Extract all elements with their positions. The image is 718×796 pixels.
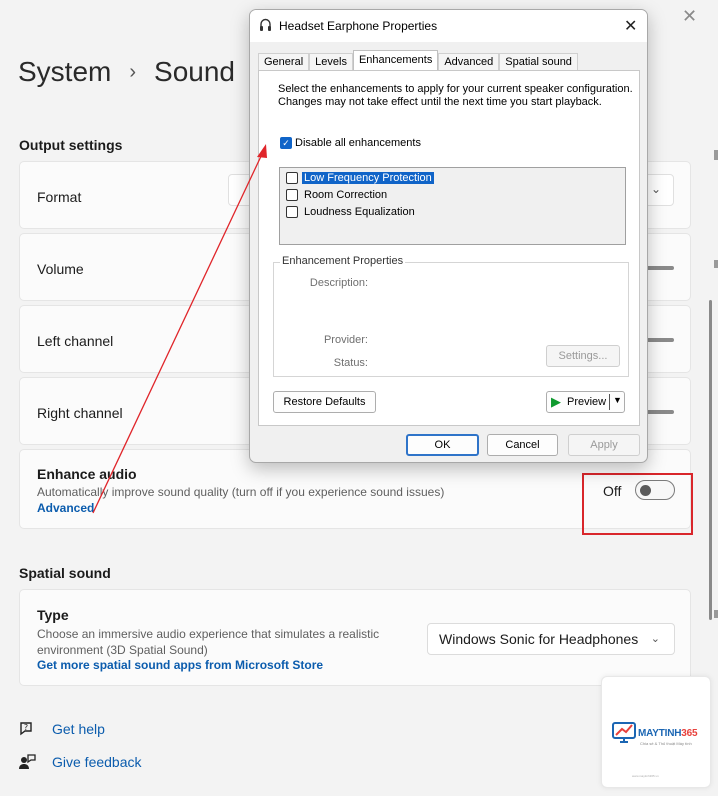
tab-general[interactable]: General	[258, 53, 310, 71]
tab-advanced[interactable]: Advanced	[438, 53, 500, 71]
left-channel-label: Left channel	[37, 333, 114, 349]
page-title: Sound	[154, 56, 235, 87]
play-icon: ▶	[551, 394, 561, 409]
disable-all-checkbox[interactable]: ✓	[280, 137, 292, 149]
volume-slider[interactable]	[646, 266, 674, 270]
get-help-link[interactable]: Get help	[52, 721, 105, 737]
output-settings-heading: Output settings	[19, 137, 123, 153]
watermark-tagline: Chia sẻ & Thủ thuật Máy tính	[640, 741, 692, 746]
microsoft-store-link[interactable]: Get more spatial sound apps from Microso…	[37, 658, 323, 672]
enhancement-label: Low Frequency Protection	[302, 172, 434, 184]
give-feedback-row[interactable]: Give feedback	[18, 753, 142, 771]
window-close-icon[interactable]: ✕	[682, 6, 697, 27]
edge-fragment	[714, 610, 718, 618]
enhancement-properties-title: Enhancement Properties	[280, 255, 406, 267]
preview-split-divider	[609, 394, 610, 410]
settings-button[interactable]: Settings...	[546, 345, 620, 367]
spatial-type-dropdown[interactable]: Windows Sonic for Headphones ⌄	[427, 623, 675, 655]
get-help-row[interactable]: ? Get help	[18, 720, 105, 738]
watermark-logo: MAYTINH365 Chia sẻ & Thủ thuật Máy tính …	[601, 676, 711, 788]
format-label: Format	[37, 189, 82, 205]
right-channel-slider[interactable]	[646, 410, 674, 414]
cancel-button[interactable]: Cancel	[487, 434, 558, 456]
enhancement-properties-group: Enhancement Properties Description: Prov…	[273, 255, 629, 377]
left-channel-slider[interactable]	[646, 338, 674, 342]
provider-label: Provider:	[323, 334, 368, 346]
preview-button[interactable]: ▶ Preview ▼	[546, 391, 625, 413]
spatial-type-card: Type Choose an immersive audio experienc…	[19, 589, 691, 686]
preview-label: Preview	[567, 396, 607, 408]
enhancement-checkbox[interactable]	[286, 189, 298, 201]
restore-defaults-button[interactable]: Restore Defaults	[273, 391, 376, 413]
caret-down-icon[interactable]: ▼	[613, 395, 622, 405]
scrollbar[interactable]	[709, 300, 712, 620]
enhancement-checkbox[interactable]	[286, 206, 298, 218]
enhance-audio-description: Automatically improve sound quality (tur…	[37, 485, 445, 499]
dialog-tabs: General Levels Enhancements Advanced Spa…	[258, 50, 578, 71]
edge-fragment	[714, 260, 718, 268]
spatial-type-selected: Windows Sonic for Headphones	[439, 631, 639, 647]
breadcrumb-system[interactable]: System	[18, 56, 111, 88]
give-feedback-link[interactable]: Give feedback	[52, 754, 142, 770]
enhancements-list: Low Frequency Protection Room Correction…	[279, 167, 626, 245]
enhancement-label: Loudness Equalization	[304, 206, 415, 218]
spatial-sound-heading: Spatial sound	[19, 565, 111, 581]
watermark-footer: www.maytinh365.vn	[632, 774, 659, 778]
headset-icon	[259, 18, 272, 35]
feedback-icon	[18, 753, 36, 771]
ok-button[interactable]: OK	[406, 434, 479, 456]
description-label: Description:	[309, 277, 368, 289]
tab-levels[interactable]: Levels	[309, 53, 353, 71]
breadcrumb: System › Sound	[18, 56, 235, 88]
right-channel-label: Right channel	[37, 405, 123, 421]
svg-text:?: ?	[24, 723, 28, 732]
watermark-brand: MAYTINH365	[638, 728, 698, 739]
enhance-audio-title: Enhance audio	[37, 466, 137, 482]
spatial-type-description: Choose an immersive audio experience tha…	[37, 627, 380, 657]
enhancement-label: Room Correction	[304, 189, 388, 201]
enhance-audio-advanced-link[interactable]: Advanced	[37, 501, 94, 515]
dialog-close-icon[interactable]: ✕	[624, 16, 637, 36]
tab-enhancements[interactable]: Enhancements	[352, 50, 439, 71]
volume-label: Volume	[37, 261, 84, 277]
chevron-down-icon: ⌄	[650, 182, 661, 196]
highlight-box	[582, 473, 693, 535]
spatial-type-title: Type	[37, 607, 69, 623]
dialog-title: Headset Earphone Properties	[279, 19, 438, 33]
apply-button[interactable]: Apply	[568, 434, 640, 456]
disable-all-label: Disable all enhancements	[295, 137, 421, 149]
help-icon: ?	[18, 720, 36, 738]
edge-fragment	[714, 150, 718, 160]
enhancement-checkbox[interactable]	[286, 172, 298, 184]
breadcrumb-chevron-icon: ›	[129, 60, 137, 83]
enhancements-intro: Select the enhancements to apply for you…	[278, 83, 633, 108]
tab-spatial-sound[interactable]: Spatial sound	[499, 53, 578, 71]
dialog-titlebar[interactable]: Headset Earphone Properties ✕	[250, 10, 647, 42]
headset-properties-dialog: Headset Earphone Properties ✕ General Le…	[249, 9, 648, 463]
status-label: Status:	[333, 357, 368, 369]
chevron-down-icon: ⌄	[650, 633, 660, 645]
enhancements-panel: Select the enhancements to apply for you…	[258, 70, 640, 426]
